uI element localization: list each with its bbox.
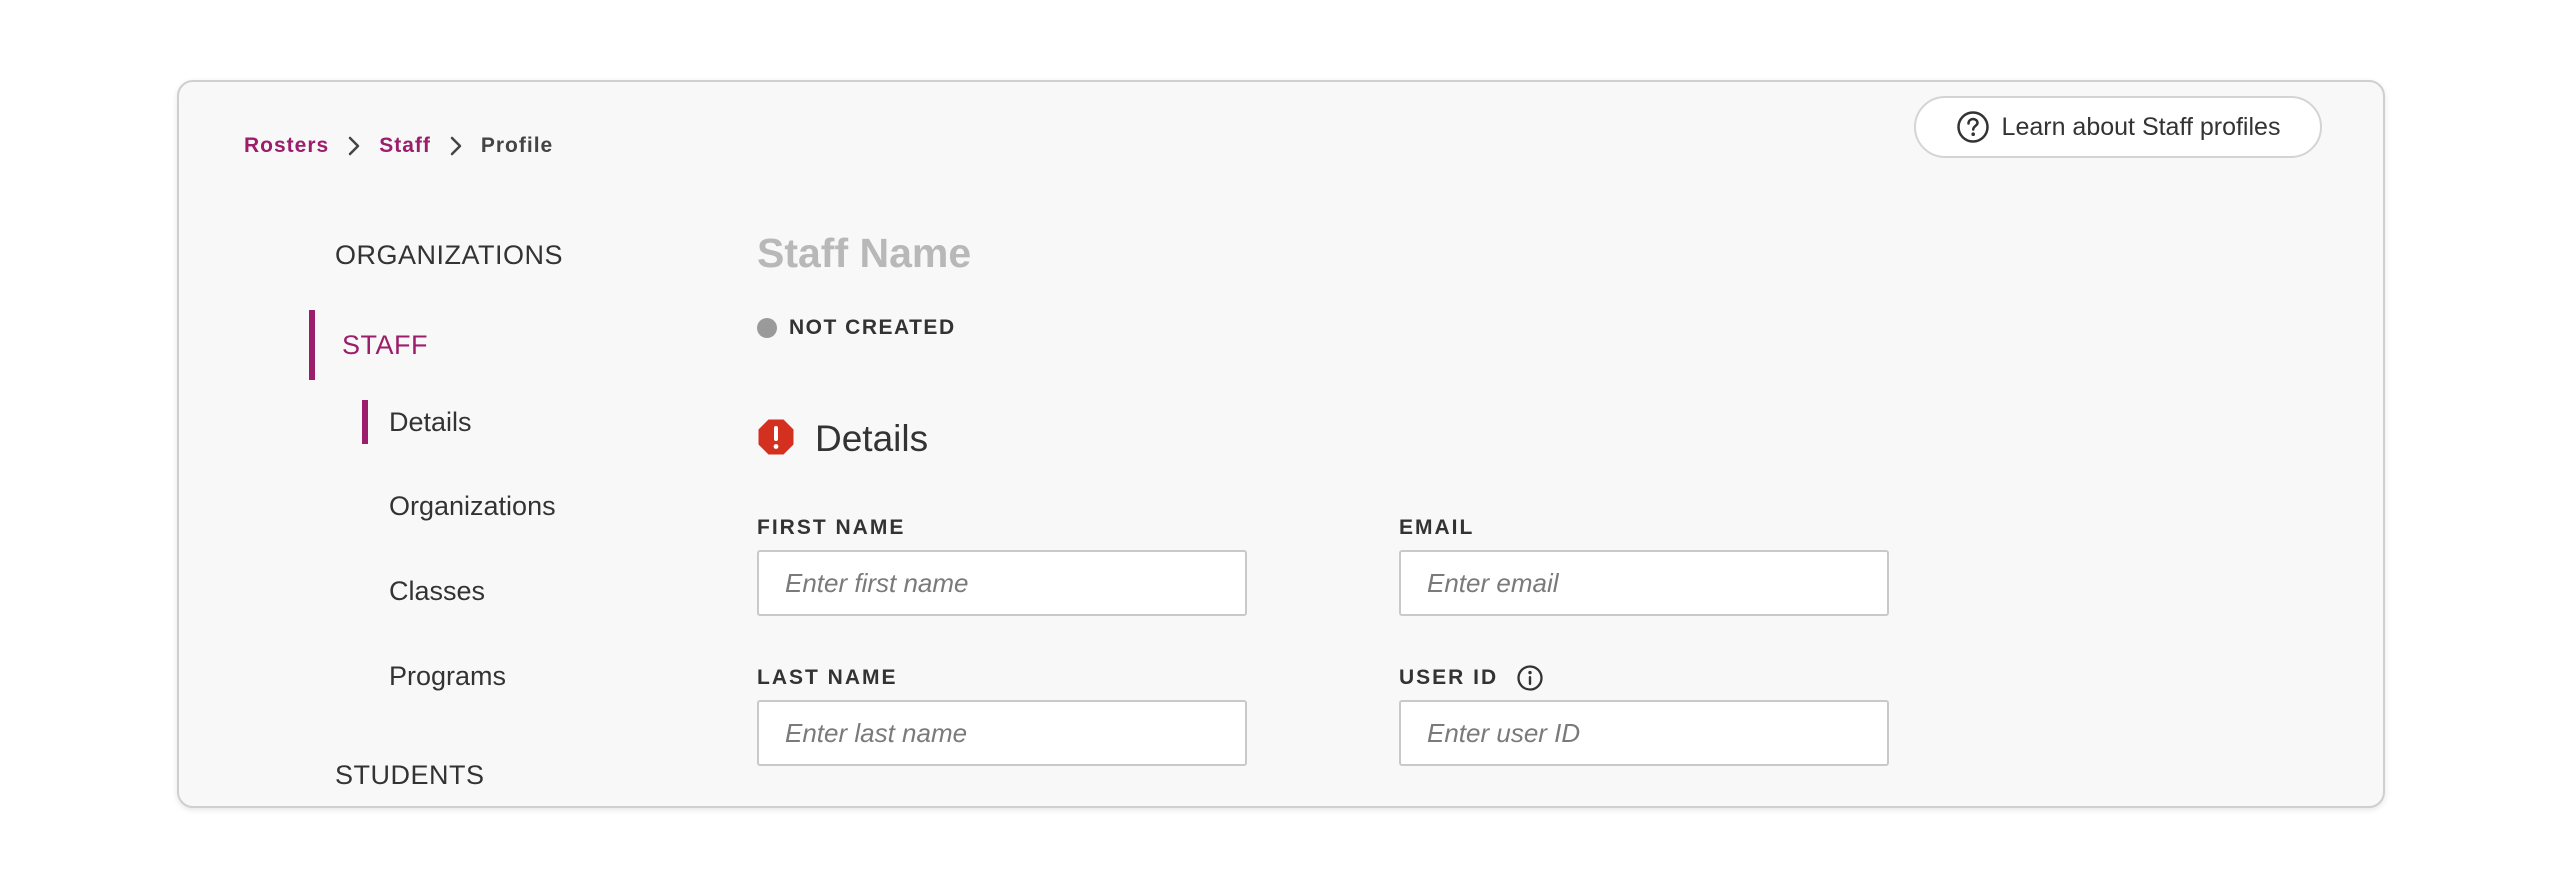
nav-staff-label: STAFF (342, 329, 428, 360)
nav-students[interactable]: STUDENTS (335, 760, 485, 791)
status-badge: NOT CREATED (757, 313, 956, 343)
nav-sub-details-label: Details (389, 406, 472, 437)
nav-staff[interactable]: STAFF (309, 310, 428, 380)
learn-about-staff-profiles-button[interactable]: Learn about Staff profiles (1914, 96, 2322, 158)
status-dot (757, 318, 777, 338)
nav-sub-organizations[interactable]: Organizations (389, 491, 556, 522)
email-input[interactable] (1399, 550, 1889, 616)
error-octagon-icon (757, 418, 795, 461)
email-label: EMAIL (1399, 516, 1475, 539)
chevron-right-icon (449, 135, 463, 157)
nav-organizations[interactable]: ORGANIZATIONS (335, 240, 563, 271)
breadcrumb: Rosters Staff Profile (244, 114, 553, 178)
last-name-label: LAST NAME (757, 666, 898, 689)
info-circle-icon[interactable] (1516, 664, 1544, 692)
breadcrumb-rosters-link[interactable]: Rosters (244, 134, 329, 158)
user-id-input[interactable] (1399, 700, 1889, 766)
first-name-input[interactable] (757, 550, 1247, 616)
last-name-input[interactable] (757, 700, 1247, 766)
details-section-title: Details (815, 418, 929, 459)
staff-profile-panel: Rosters Staff Profile Learn about Staff … (177, 80, 2385, 808)
nav-sub-classes[interactable]: Classes (389, 576, 485, 607)
user-id-label: USER ID (1399, 666, 1499, 689)
first-name-label: FIRST NAME (757, 516, 906, 539)
breadcrumb-staff-link[interactable]: Staff (379, 134, 431, 158)
breadcrumb-current: Profile (480, 134, 554, 157)
question-circle-icon (1956, 110, 1990, 144)
chevron-right-icon (347, 135, 361, 157)
status-label: NOT CREATED (789, 316, 956, 339)
details-section-header: Details (757, 412, 928, 466)
help-button-label: Learn about Staff profiles (2001, 112, 2281, 141)
user-id-label-row: USER ID (1399, 664, 1544, 692)
staff-name-heading: Staff Name (757, 230, 972, 276)
nav-sub-details[interactable]: Details (362, 400, 472, 444)
nav-sub-programs[interactable]: Programs (389, 661, 506, 692)
